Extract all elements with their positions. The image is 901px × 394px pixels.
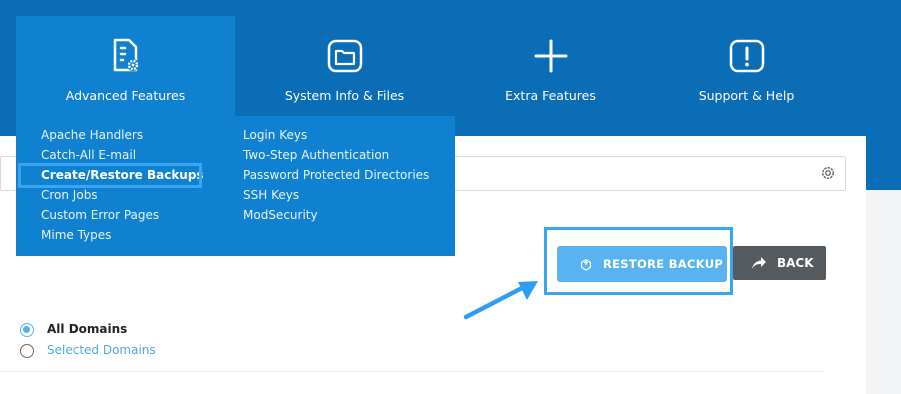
- radio-label: Selected Domains: [47, 343, 156, 357]
- gear-icon[interactable]: [819, 164, 837, 182]
- divider: [0, 371, 824, 372]
- restore-backup-button[interactable]: RESTORE BACKUP: [557, 246, 727, 282]
- radio-button-checked[interactable]: [20, 323, 34, 337]
- menu-item-ssh-keys[interactable]: SSH Keys: [243, 187, 299, 203]
- restore-icon: [581, 259, 591, 271]
- nav-extra-features[interactable]: Extra Features: [441, 16, 660, 116]
- share-arrow-icon: [752, 257, 766, 269]
- menu-item-two-step-authentication[interactable]: Two-Step Authentication: [243, 147, 389, 163]
- menu-item-catch-all-email[interactable]: Catch-All E-mail: [41, 147, 136, 163]
- nav-label: System Info & Files: [284, 88, 405, 103]
- nav-system-info-files[interactable]: System Info & Files: [235, 16, 454, 116]
- back-button[interactable]: BACK: [733, 246, 826, 280]
- file-gear-icon: [113, 38, 139, 72]
- nav-label: Extra Features: [505, 88, 596, 103]
- alert-icon: [729, 39, 764, 73]
- radio-button[interactable]: [20, 344, 34, 358]
- menu-item-login-keys[interactable]: Login Keys: [243, 127, 307, 143]
- radio-label: All Domains: [47, 322, 128, 336]
- menu-item-custom-error-pages[interactable]: Custom Error Pages: [41, 207, 159, 223]
- menu-item-mime-types[interactable]: Mime Types: [41, 227, 111, 243]
- pointer-arrow-icon: [463, 281, 538, 320]
- menu-item-cron-jobs[interactable]: Cron Jobs: [41, 187, 98, 203]
- plus-icon: [534, 39, 567, 73]
- restore-backup-label: RESTORE BACKUP: [603, 257, 724, 271]
- menu-item-password-protected-directories[interactable]: Password Protected Directories: [243, 167, 429, 183]
- highlight-box: [18, 163, 202, 188]
- nav-advanced-features[interactable]: Advanced Features: [16, 16, 235, 116]
- back-label: BACK: [777, 256, 814, 270]
- menu-item-apache-handlers[interactable]: Apache Handlers: [41, 127, 143, 143]
- folder-icon: [327, 39, 362, 73]
- nav-label: Support & Help: [698, 88, 795, 103]
- menu-item-modsecurity[interactable]: ModSecurity: [243, 207, 318, 223]
- nav-label: Advanced Features: [65, 88, 186, 103]
- nav-support-help[interactable]: Support & Help: [637, 16, 856, 116]
